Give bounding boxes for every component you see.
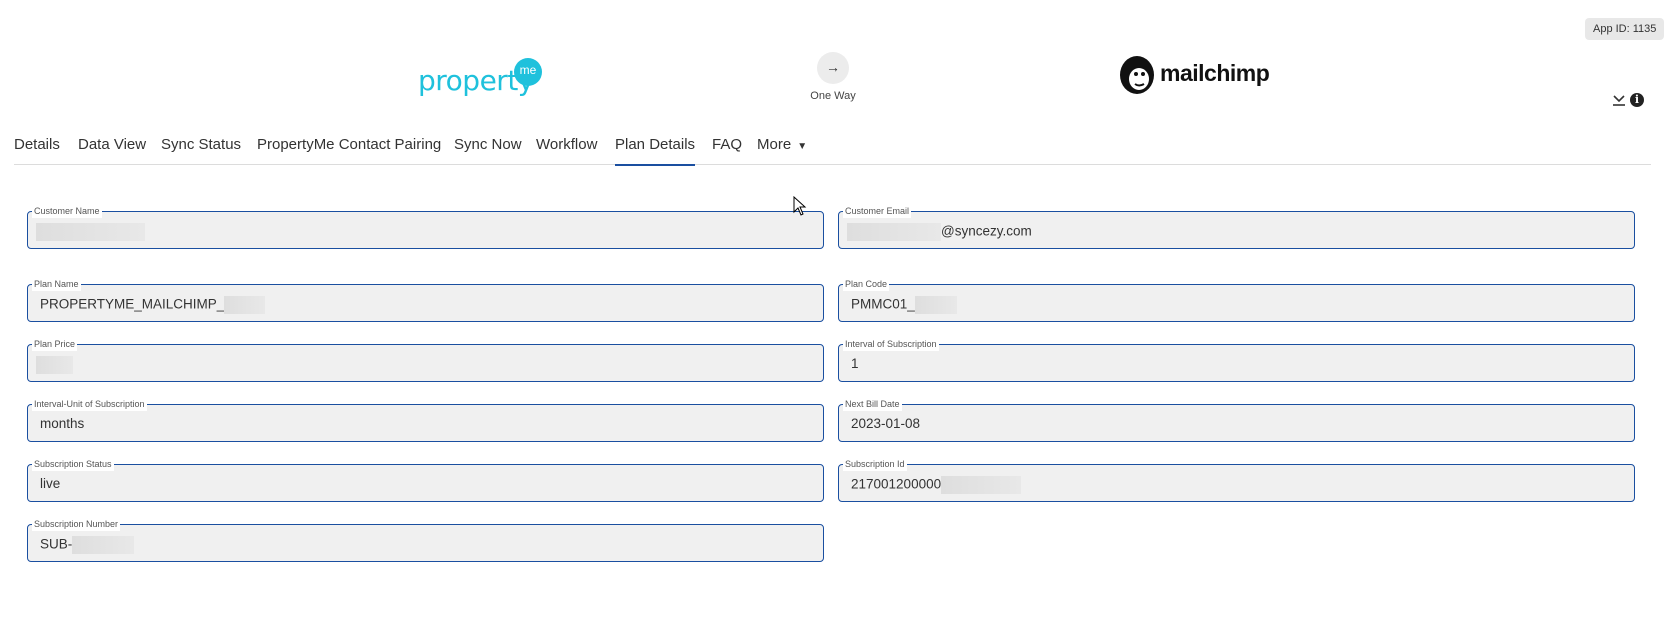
mailchimp-freddie-icon <box>1120 56 1154 94</box>
plan-price-value <box>36 356 73 374</box>
plan-code-field[interactable]: Plan Code PMMC01_ <box>838 277 1635 322</box>
plan-name-field[interactable]: Plan Name PROPERTYME_MAILCHIMP_ <box>27 277 824 322</box>
redacted-block <box>941 476 1022 494</box>
subscription-id-label: Subscription Id <box>843 457 907 471</box>
mailchimp-logo-text: mailchimp <box>1160 60 1270 86</box>
plan-name-value: PROPERTYME_MAILCHIMP_ <box>40 296 266 314</box>
subscription-number-label: Subscription Number <box>32 517 121 531</box>
app-id-badge: App ID: 1135 <box>1585 18 1665 40</box>
tab-details[interactable]: Details <box>14 136 60 164</box>
redacted-block <box>224 296 266 314</box>
redacted-block <box>36 223 145 241</box>
redacted-block <box>914 296 957 314</box>
interval-value: 1 <box>851 356 859 371</box>
interval-unit-value: months <box>40 416 85 431</box>
sync-direction-button[interactable]: → <box>817 52 849 84</box>
next-bill-date-value: 2023-01-08 <box>851 416 921 431</box>
customer-email-field[interactable]: Customer Email @syncezy.com <box>838 204 1635 249</box>
plan-price-field[interactable]: Plan Price <box>27 337 824 382</box>
subscription-status-field[interactable]: Subscription Status live <box>27 457 824 502</box>
customer-email-value: @syncezy.com <box>847 223 1032 241</box>
download-chevron-icon[interactable] <box>1612 92 1626 108</box>
tab-more[interactable]: More ▼ <box>757 136 807 164</box>
plan-code-value: PMMC01_ <box>851 296 957 314</box>
interval-label: Interval of Subscription <box>843 337 939 351</box>
interval-field[interactable]: Interval of Subscription 1 <box>838 337 1635 382</box>
customer-email-label: Customer Email <box>843 204 912 218</box>
tab-bar: Details Data View Sync Status PropertyMe… <box>14 128 1651 166</box>
propertyme-logo: property me <box>418 58 542 100</box>
next-bill-date-field[interactable]: Next Bill Date 2023-01-08 <box>838 397 1635 442</box>
header-actions: i <box>1612 92 1650 110</box>
tab-data-view[interactable]: Data View <box>78 136 146 164</box>
arrow-right-icon: → <box>826 59 840 75</box>
tab-sync-now[interactable]: Sync Now <box>454 136 522 164</box>
plan-code-label: Plan Code <box>843 277 890 291</box>
tab-plan-details[interactable]: Plan Details <box>615 136 696 166</box>
subscription-number-value: SUB- <box>40 536 135 554</box>
tab-more-label: More <box>757 136 792 153</box>
interval-unit-field[interactable]: Interval-Unit of Subscription months <box>27 397 824 442</box>
redacted-block <box>36 356 73 374</box>
next-bill-date-label: Next Bill Date <box>843 397 902 411</box>
tab-workflow[interactable]: Workflow <box>536 136 597 164</box>
tab-faq[interactable]: FAQ <box>712 136 742 164</box>
interval-unit-label: Interval-Unit of Subscription <box>32 397 147 411</box>
tab-sync-status[interactable]: Sync Status <box>161 136 241 164</box>
propertyme-logo-badge: me <box>514 58 542 86</box>
customer-name-label: Customer Name <box>32 204 102 218</box>
redacted-block <box>847 223 941 241</box>
plan-name-label: Plan Name <box>32 277 81 291</box>
caret-down-icon: ▼ <box>797 141 808 152</box>
subscription-id-value: 217001200000 <box>851 476 1022 494</box>
subscription-status-value: live <box>40 476 61 491</box>
tab-contact-pairing[interactable]: PropertyMe Contact Pairing <box>257 136 441 164</box>
plan-price-label: Plan Price <box>32 337 78 351</box>
subscription-number-field[interactable]: Subscription Number SUB- <box>27 517 824 562</box>
redacted-block <box>72 536 135 554</box>
customer-name-value <box>36 223 145 241</box>
mouse-cursor-icon <box>793 196 807 216</box>
subscription-id-field[interactable]: Subscription Id 217001200000 <box>838 457 1635 502</box>
subscription-status-label: Subscription Status <box>32 457 114 471</box>
sync-direction-label: One Way <box>810 90 856 102</box>
customer-name-field[interactable]: Customer Name <box>27 204 824 249</box>
info-icon[interactable]: i <box>1630 93 1644 107</box>
